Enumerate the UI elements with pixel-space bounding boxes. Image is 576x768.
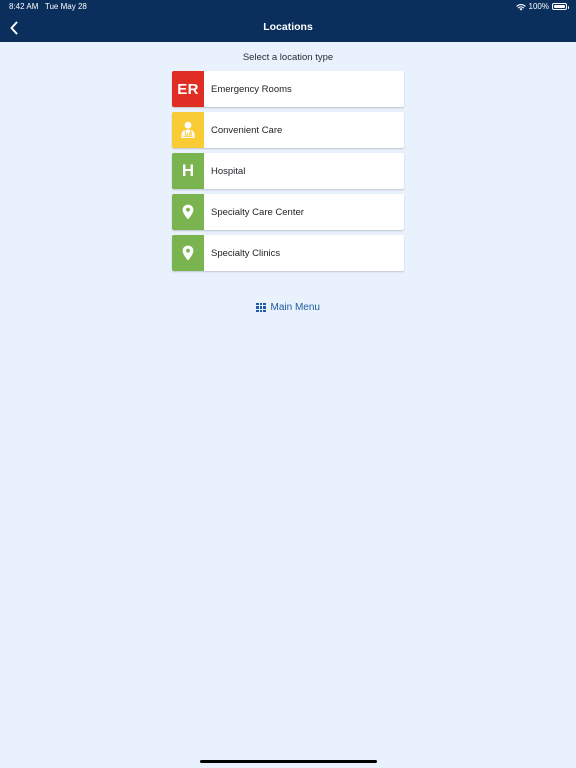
location-item-hospital[interactable]: H Hospital xyxy=(172,153,404,189)
home-indicator[interactable] xyxy=(200,760,377,763)
status-clock: 8:42 AM xyxy=(9,2,39,11)
location-label: Specialty Clinics xyxy=(211,247,281,259)
main-menu-label: Main Menu xyxy=(270,302,320,313)
location-label: Emergency Rooms xyxy=(211,83,292,95)
h-text-icon: H xyxy=(172,153,204,189)
location-type-list: ER Emergency Rooms Convenient Care H Hos… xyxy=(172,71,404,276)
location-label: Specialty Care Center xyxy=(211,206,304,218)
status-time: 8:42 AM Tue May 28 xyxy=(9,2,87,11)
main-menu-button[interactable]: Main Menu xyxy=(0,302,576,313)
battery-icon xyxy=(552,3,569,10)
map-pin-icon xyxy=(172,194,204,230)
location-item-convenient-care[interactable]: Convenient Care xyxy=(172,112,404,148)
status-right: 100% xyxy=(515,2,569,11)
navigation-bar: Locations xyxy=(0,14,576,42)
location-item-emergency-rooms[interactable]: ER Emergency Rooms xyxy=(172,71,404,107)
location-item-specialty-care-center[interactable]: Specialty Care Center xyxy=(172,194,404,230)
wifi-icon xyxy=(515,3,526,11)
status-date: Tue May 28 xyxy=(44,2,87,11)
map-pin-icon xyxy=(172,235,204,271)
grid-icon xyxy=(256,302,266,313)
battery-level xyxy=(554,5,565,8)
er-text-icon: ER xyxy=(172,71,204,107)
status-bar: 8:42 AM Tue May 28 100% xyxy=(0,0,576,14)
page-title: Locations xyxy=(263,21,313,33)
location-label: Hospital xyxy=(211,165,246,177)
location-item-specialty-clinics[interactable]: Specialty Clinics xyxy=(172,235,404,271)
battery-percent: 100% xyxy=(528,2,549,11)
section-heading: Select a location type xyxy=(242,52,334,63)
doctor-icon xyxy=(172,112,204,148)
location-label: Convenient Care xyxy=(211,124,283,136)
